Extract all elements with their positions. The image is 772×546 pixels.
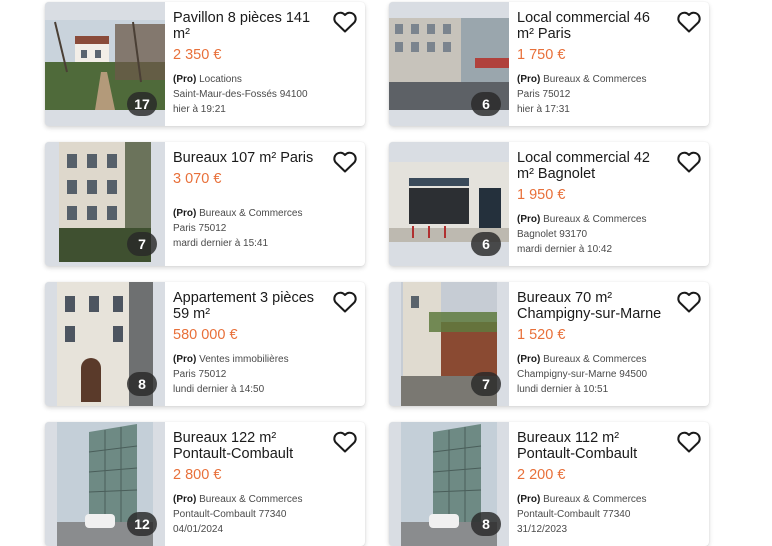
listing-price: 2 800 € [173, 467, 222, 483]
photo-count-badge: 6 [471, 232, 501, 256]
listing-photo[interactable]: 12 [45, 422, 165, 546]
pro-label: (Pro) [517, 214, 541, 225]
heart-outline-icon[interactable] [332, 430, 358, 454]
listing-card[interactable]: 6 Local commercial 46 m² Paris 1 750 € (… [389, 2, 709, 126]
listing-photo[interactable]: 8 [389, 422, 509, 546]
listing-seller: (Pro) Ventes immobilières [173, 352, 323, 367]
listing-date: 04/01/2024 [173, 524, 224, 535]
listing-seller: (Pro) Bureaux & Commerces [517, 72, 667, 87]
photo-count-badge: 6 [471, 92, 501, 116]
heart-outline-icon[interactable] [676, 10, 702, 34]
pro-label: (Pro) [173, 74, 197, 85]
listing-photo[interactable]: 17 [45, 2, 165, 126]
listing-seller: (Pro) Bureaux & Commerces [517, 492, 667, 507]
listing-location: Paris 75012 [173, 369, 227, 380]
listing-date: hier à 17:31 [517, 104, 570, 115]
listing-location: Paris 75012 [517, 89, 571, 100]
listing-card[interactable]: 17 Pavillon 8 pièces 141 m² 2 350 € (Pro… [45, 2, 365, 126]
listing-location: Bagnolet 93170 [517, 229, 588, 240]
listing-category: Bureaux & Commerces [199, 208, 303, 219]
listing-location: Pontault-Combault 77340 [173, 509, 287, 520]
listing-card[interactable]: 7 Bureaux 107 m² Paris 3 070 € (Pro) Bur… [45, 142, 365, 266]
heart-outline-icon[interactable] [676, 430, 702, 454]
listing-date: hier à 19:21 [173, 104, 226, 115]
listing-category: Locations [199, 74, 242, 85]
listing-price: 1 520 € [517, 327, 566, 343]
listing-card[interactable]: 12 Bureaux 122 m² Pontault-Combault 2 80… [45, 422, 365, 546]
listing-price: 1 950 € [517, 187, 566, 203]
listing-category: Bureaux & Commerces [543, 354, 647, 365]
listing-category: Bureaux & Commerces [199, 494, 303, 505]
listing-date: mardi dernier à 15:41 [173, 238, 269, 249]
listing-category: Bureaux & Commerces [543, 214, 647, 225]
listing-seller: (Pro) Locations [173, 72, 323, 87]
listing-category: Bureaux & Commerces [543, 494, 647, 505]
listing-seller: (Pro) Bureaux & Commerces [173, 492, 323, 507]
listing-price: 3 070 € [173, 171, 222, 187]
listing-title[interactable]: Bureaux 70 m² Champigny-sur-Marne [517, 290, 667, 322]
heart-outline-icon[interactable] [676, 290, 702, 314]
listing-title[interactable]: Appartement 3 pièces 59 m² [173, 290, 323, 322]
pro-label: (Pro) [517, 354, 541, 365]
pro-label: (Pro) [173, 208, 197, 219]
listing-date: mardi dernier à 10:42 [517, 244, 613, 255]
photo-count-badge: 12 [127, 512, 157, 536]
photo-count-badge: 8 [471, 512, 501, 536]
listing-price: 2 350 € [173, 47, 222, 63]
pro-label: (Pro) [517, 74, 541, 85]
pro-label: (Pro) [173, 494, 197, 505]
listing-seller: (Pro) Bureaux & Commerces [173, 206, 323, 221]
listing-card[interactable]: 8 Appartement 3 pièces 59 m² 580 000 € (… [45, 282, 365, 406]
listing-grid: 17 Pavillon 8 pièces 141 m² 2 350 € (Pro… [0, 0, 772, 546]
listing-location: Saint-Maur-des-Fossés 94100 [173, 89, 308, 100]
heart-outline-icon[interactable] [332, 150, 358, 174]
listing-date: lundi dernier à 10:51 [517, 384, 609, 395]
photo-count-badge: 7 [471, 372, 501, 396]
photo-count-badge: 7 [127, 232, 157, 256]
listing-card[interactable]: 8 Bureaux 112 m² Pontault-Combault 2 200… [389, 422, 709, 546]
photo-count-badge: 8 [127, 372, 157, 396]
listing-photo[interactable]: 7 [45, 142, 165, 266]
listing-card[interactable]: 7 Bureaux 70 m² Champigny-sur-Marne 1 52… [389, 282, 709, 406]
listing-location: Paris 75012 [173, 223, 227, 234]
listing-seller: (Pro) Bureaux & Commerces [517, 212, 667, 227]
listing-title[interactable]: Local commercial 46 m² Paris [517, 10, 667, 42]
listing-card[interactable]: 6 Local commercial 42 m² Bagnolet 1 950 … [389, 142, 709, 266]
photo-count-badge: 17 [127, 92, 157, 116]
listing-price: 2 200 € [517, 467, 566, 483]
listing-price: 1 750 € [517, 47, 566, 63]
listing-photo[interactable]: 6 [389, 142, 509, 266]
listing-location: Pontault-Combault 77340 [517, 509, 631, 520]
listing-title[interactable]: Bureaux 112 m² Pontault-Combault [517, 430, 667, 462]
listing-title[interactable]: Bureaux 122 m² Pontault-Combault [173, 430, 323, 462]
listing-price: 580 000 € [173, 327, 238, 343]
listing-title[interactable]: Local commercial 42 m² Bagnolet [517, 150, 667, 182]
listing-photo[interactable]: 8 [45, 282, 165, 406]
listing-category: Ventes immobilières [199, 354, 289, 365]
listing-photo[interactable]: 7 [389, 282, 509, 406]
listing-title[interactable]: Bureaux 107 m² Paris [173, 150, 323, 166]
listing-title[interactable]: Pavillon 8 pièces 141 m² [173, 10, 323, 42]
listing-date: 31/12/2023 [517, 524, 568, 535]
listing-date: lundi dernier à 14:50 [173, 384, 265, 395]
listing-seller: (Pro) Bureaux & Commerces [517, 352, 667, 367]
listing-category: Bureaux & Commerces [543, 74, 647, 85]
heart-outline-icon[interactable] [332, 10, 358, 34]
pro-label: (Pro) [173, 354, 197, 365]
heart-outline-icon[interactable] [676, 150, 702, 174]
listing-photo[interactable]: 6 [389, 2, 509, 126]
heart-outline-icon[interactable] [332, 290, 358, 314]
listing-location: Champigny-sur-Marne 94500 [517, 369, 648, 380]
pro-label: (Pro) [517, 494, 541, 505]
